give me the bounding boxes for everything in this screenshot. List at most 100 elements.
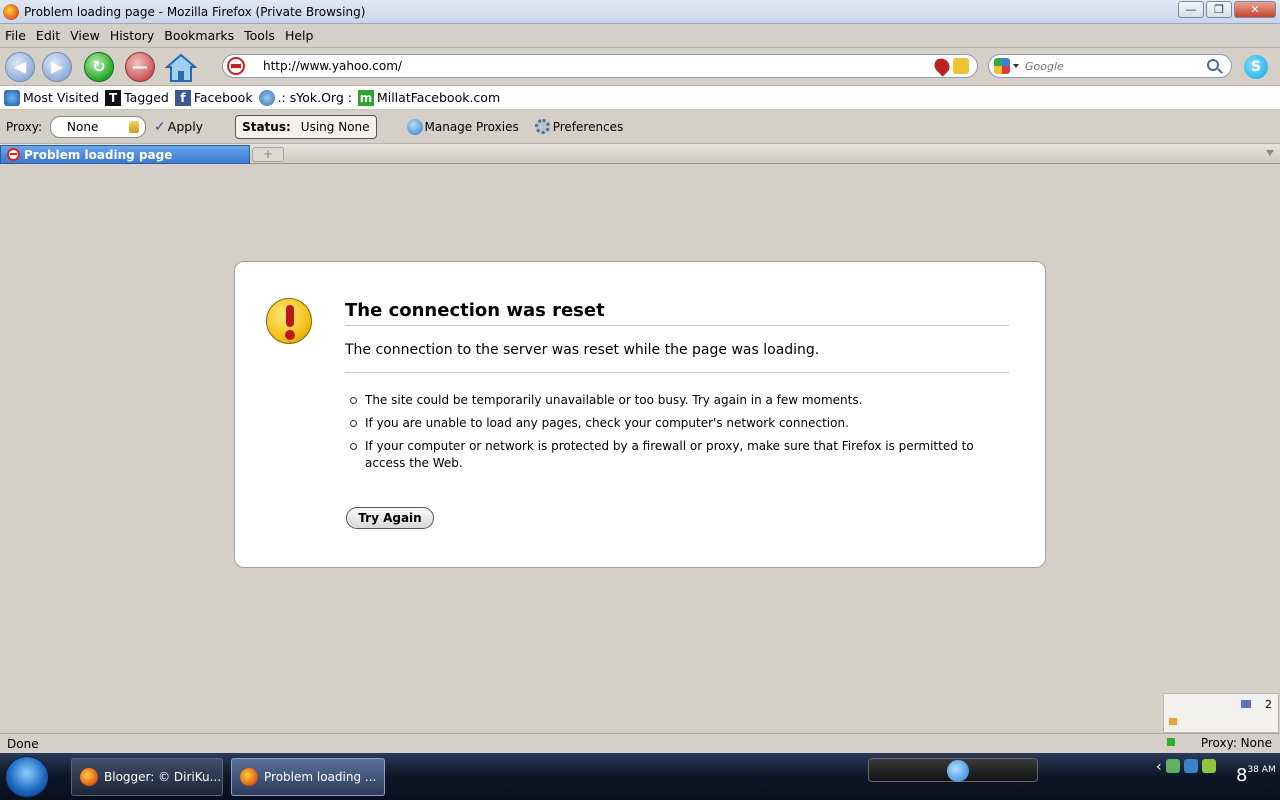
- preferences-button[interactable]: Preferences: [534, 119, 624, 134]
- bookmark-facebook[interactable]: f Facebook: [174, 89, 253, 106]
- warning-icon: [266, 298, 312, 344]
- menu-view[interactable]: View: [65, 28, 105, 43]
- reload-icon: ↻: [92, 57, 106, 76]
- apply-label: Apply: [167, 119, 204, 134]
- url-bar[interactable]: http://www.yahoo.com/: [222, 54, 978, 78]
- error-suggestions: The site could be temporarily unavailabl…: [345, 392, 985, 478]
- forward-arrow-icon: ▶: [50, 57, 64, 76]
- bookmarks-toolbar: Most Visited T Tagged f Facebook .: sYok…: [0, 86, 1280, 110]
- status-label: Status:: [242, 119, 291, 134]
- media-player-controls[interactable]: [868, 758, 1038, 782]
- proxy-status: Status: Using None: [235, 114, 377, 139]
- tab-list-arrow-icon[interactable]: [1266, 150, 1274, 156]
- chevron-left-icon[interactable]: ‹: [1156, 759, 1162, 775]
- location-pin-icon[interactable]: [931, 55, 953, 77]
- menu-help[interactable]: Help: [280, 28, 319, 43]
- search-icon[interactable]: [1207, 59, 1219, 71]
- status-text: Done: [7, 736, 39, 751]
- tab-title: Problem loading page: [24, 147, 173, 162]
- navigation-toolbar: ◀ ▶ ↻ — http://www.yahoo.com/ S: [0, 48, 1280, 86]
- bookmark-most-visited[interactable]: Most Visited: [4, 89, 100, 106]
- manage-proxies-label: Manage Proxies: [424, 119, 519, 134]
- bookmark-label: Facebook: [193, 90, 253, 105]
- url-text[interactable]: http://www.yahoo.com/: [263, 59, 402, 73]
- clock[interactable]: 838 AM: [1236, 765, 1276, 786]
- restore-button[interactable]: ❐: [1206, 1, 1232, 18]
- status-bar: Done Proxy: None: [0, 733, 1280, 753]
- reload-button[interactable]: ↻: [84, 51, 114, 82]
- clock-hour: 8: [1236, 765, 1248, 786]
- facebook-icon: f: [174, 89, 191, 106]
- status-proxy[interactable]: Proxy: None: [1201, 736, 1272, 750]
- close-button[interactable]: ✕: [1234, 1, 1276, 18]
- forward-button[interactable]: ▶: [42, 51, 72, 82]
- bookmark-label: MillatFacebook.com: [376, 90, 501, 105]
- start-button[interactable]: [5, 756, 49, 798]
- volume-icon[interactable]: [1183, 759, 1198, 773]
- window-title: Problem loading page - Mozilla Firefox (…: [24, 4, 366, 19]
- menu-bar: File Edit View History Bookmarks Tools H…: [0, 24, 1280, 48]
- google-icon[interactable]: [994, 58, 1010, 74]
- stop-button[interactable]: —: [125, 51, 155, 82]
- menu-file[interactable]: File: [0, 28, 31, 43]
- menu-tools[interactable]: Tools: [239, 28, 280, 43]
- bookmark-label: Tagged: [124, 90, 169, 105]
- window-controls: — ❐ ✕: [1178, 1, 1276, 18]
- site-error-icon: [227, 57, 245, 75]
- minimize-button[interactable]: —: [1178, 1, 1204, 18]
- millat-icon: m: [357, 89, 374, 106]
- error-title: The connection was reset: [345, 300, 1009, 326]
- status-value: Using None: [300, 119, 370, 134]
- bookmark-label: Most Visited: [23, 90, 100, 105]
- taskbar-item-problem-loading[interactable]: Problem loading ...: [231, 758, 385, 796]
- syok-icon: [258, 89, 275, 106]
- back-arrow-icon: ◀: [13, 57, 27, 76]
- bookmark-millat[interactable]: m MillatFacebook.com: [357, 89, 501, 106]
- widget-count: 2: [1265, 698, 1272, 711]
- search-input[interactable]: [1025, 59, 1205, 73]
- preferences-label: Preferences: [552, 119, 624, 134]
- green-status-icon: [1167, 738, 1175, 746]
- taskbar-item-label: Problem loading ...: [264, 770, 377, 784]
- app-tray-icon[interactable]: [1201, 759, 1216, 773]
- skype-icon[interactable]: S: [1244, 55, 1268, 79]
- proxy-dropdown-icon: [129, 120, 140, 133]
- menu-bookmarks[interactable]: Bookmarks: [159, 28, 239, 43]
- bookmark-syok[interactable]: .: sYok.Org :: [258, 89, 352, 106]
- proxy-select[interactable]: None: [50, 115, 147, 138]
- most-visited-icon: [4, 89, 20, 106]
- play-icon[interactable]: [947, 760, 969, 782]
- bookmark-tagged[interactable]: T Tagged: [105, 89, 169, 106]
- feed-icon[interactable]: [953, 58, 969, 74]
- tab-strip: Problem loading page +: [0, 144, 1280, 164]
- new-tab-button[interactable]: +: [252, 147, 284, 162]
- taskbar-item-blogger[interactable]: Blogger: © DiriKu...: [71, 758, 223, 796]
- menu-history[interactable]: History: [105, 28, 159, 43]
- error-icon: [7, 148, 20, 161]
- monitor-icon: [1241, 700, 1251, 708]
- try-again-button[interactable]: Try Again: [346, 507, 434, 529]
- tab-problem-loading[interactable]: Problem loading page: [0, 145, 250, 164]
- checkmark-icon: ✓: [154, 118, 166, 135]
- chevron-down-icon[interactable]: [1013, 64, 1019, 68]
- firefox-icon: [3, 3, 19, 20]
- system-tray: ‹: [1156, 759, 1216, 775]
- proxy-toolbar: Proxy: None ✓ Apply Status: Using None M…: [0, 110, 1280, 144]
- error-description: The connection to the server was reset w…: [345, 342, 1009, 373]
- menu-edit[interactable]: Edit: [31, 28, 65, 43]
- back-button[interactable]: ◀: [5, 51, 35, 82]
- gear-icon: [534, 119, 550, 134]
- firefox-icon: [80, 768, 98, 786]
- network-icon[interactable]: [1165, 759, 1180, 773]
- home-button[interactable]: [165, 51, 197, 83]
- manage-proxies-button[interactable]: Manage Proxies: [406, 118, 519, 135]
- apply-button[interactable]: ✓ Apply: [154, 119, 203, 135]
- home-icon: [165, 53, 197, 82]
- page-content: The connection was reset The connection …: [0, 165, 1280, 732]
- list-item: If your computer or network is protected…: [345, 438, 985, 472]
- taskbar: Blogger: © DiriKu... Problem loading ...…: [0, 753, 1280, 800]
- list-item: If you are unable to load any pages, che…: [345, 415, 985, 432]
- orange-status-icon: [1169, 718, 1177, 725]
- stop-icon: —: [132, 57, 148, 76]
- notification-widget[interactable]: 2: [1163, 693, 1279, 733]
